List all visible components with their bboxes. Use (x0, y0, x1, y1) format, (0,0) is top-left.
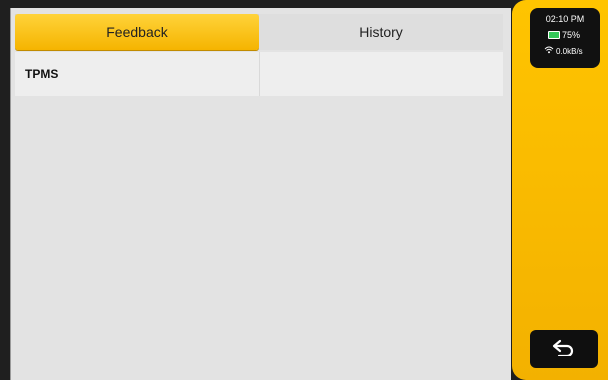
network-speed: 0.0kB/s (556, 46, 583, 56)
wifi-icon (544, 46, 554, 56)
tab-feedback[interactable]: Feedback (15, 14, 259, 50)
device-screen: Feedback History TPMS 02:10 PM 75% 0.0kB… (0, 0, 608, 380)
battery-icon (548, 31, 560, 39)
list: TPMS (15, 52, 503, 96)
battery-indicator: 75% (548, 30, 580, 40)
battery-percent: 75% (562, 30, 581, 40)
list-item-empty (258, 52, 504, 96)
list-item[interactable]: TPMS (15, 52, 259, 96)
clock-time: 02:10 PM (545, 14, 585, 24)
status-panel: 02:10 PM 75% 0.0kB/s (530, 8, 600, 68)
right-sidebar: 02:10 PM 75% 0.0kB/s (512, 0, 608, 380)
tab-bar: Feedback History (15, 14, 503, 50)
network-indicator: 0.0kB/s (544, 46, 583, 56)
content-panel: Feedback History TPMS (10, 8, 511, 380)
back-icon (551, 338, 577, 361)
tab-history[interactable]: History (259, 14, 503, 50)
back-button[interactable] (530, 330, 598, 368)
